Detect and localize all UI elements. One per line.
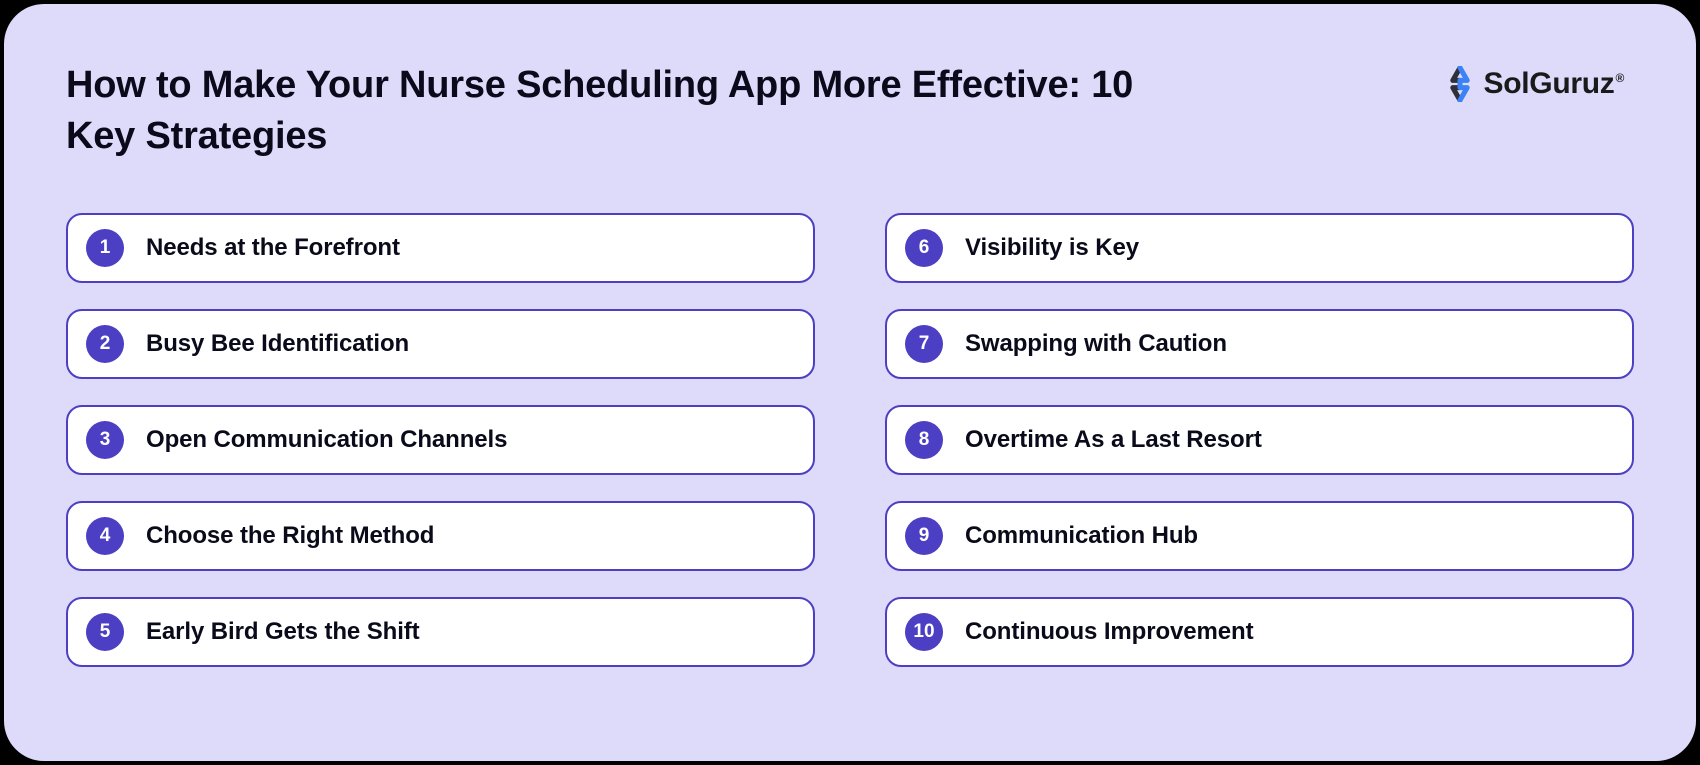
strategy-item: 7 Swapping with Caution <box>885 309 1634 379</box>
number-badge: 2 <box>86 325 124 363</box>
infographic-card: How to Make Your Nurse Scheduling App Mo… <box>4 4 1696 761</box>
strategy-label: Early Bird Gets the Shift <box>146 618 420 646</box>
strategy-item: 1 Needs at the Forefront <box>66 213 815 283</box>
number-badge: 3 <box>86 421 124 459</box>
number-badge: 8 <box>905 421 943 459</box>
strategy-item: 10 Continuous Improvement <box>885 597 1634 667</box>
strategy-label: Continuous Improvement <box>965 618 1253 646</box>
strategy-label: Communication Hub <box>965 522 1198 550</box>
number-badge: 5 <box>86 613 124 651</box>
number-badge: 10 <box>905 613 943 651</box>
strategy-item: 3 Open Communication Channels <box>66 405 815 475</box>
number-badge: 6 <box>905 229 943 267</box>
page-title: How to Make Your Nurse Scheduling App Mo… <box>66 60 1146 163</box>
strategy-item: 9 Communication Hub <box>885 501 1634 571</box>
strategies-columns: 1 Needs at the Forefront 2 Busy Bee Iden… <box>66 213 1634 667</box>
strategy-label: Busy Bee Identification <box>146 330 409 358</box>
strategy-item: 2 Busy Bee Identification <box>66 309 815 379</box>
strategy-label: Needs at the Forefront <box>146 234 400 262</box>
number-badge: 4 <box>86 517 124 555</box>
brand-name: SolGuruz® <box>1484 67 1624 101</box>
strategy-item: 4 Choose the Right Method <box>66 501 815 571</box>
strategy-label: Open Communication Channels <box>146 426 507 454</box>
right-column: 6 Visibility is Key 7 Swapping with Caut… <box>885 213 1634 667</box>
number-badge: 1 <box>86 229 124 267</box>
strategy-item: 8 Overtime As a Last Resort <box>885 405 1634 475</box>
strategy-label: Swapping with Caution <box>965 330 1227 358</box>
strategy-item: 5 Early Bird Gets the Shift <box>66 597 815 667</box>
strategy-label: Visibility is Key <box>965 234 1139 262</box>
number-badge: 9 <box>905 517 943 555</box>
left-column: 1 Needs at the Forefront 2 Busy Bee Iden… <box>66 213 815 667</box>
header-row: How to Make Your Nurse Scheduling App Mo… <box>66 60 1634 163</box>
number-badge: 7 <box>905 325 943 363</box>
strategy-label: Overtime As a Last Resort <box>965 426 1262 454</box>
strategy-label: Choose the Right Method <box>146 522 434 550</box>
logo-mark-icon <box>1442 66 1478 102</box>
strategy-item: 6 Visibility is Key <box>885 213 1634 283</box>
brand-logo: SolGuruz® <box>1442 66 1624 102</box>
